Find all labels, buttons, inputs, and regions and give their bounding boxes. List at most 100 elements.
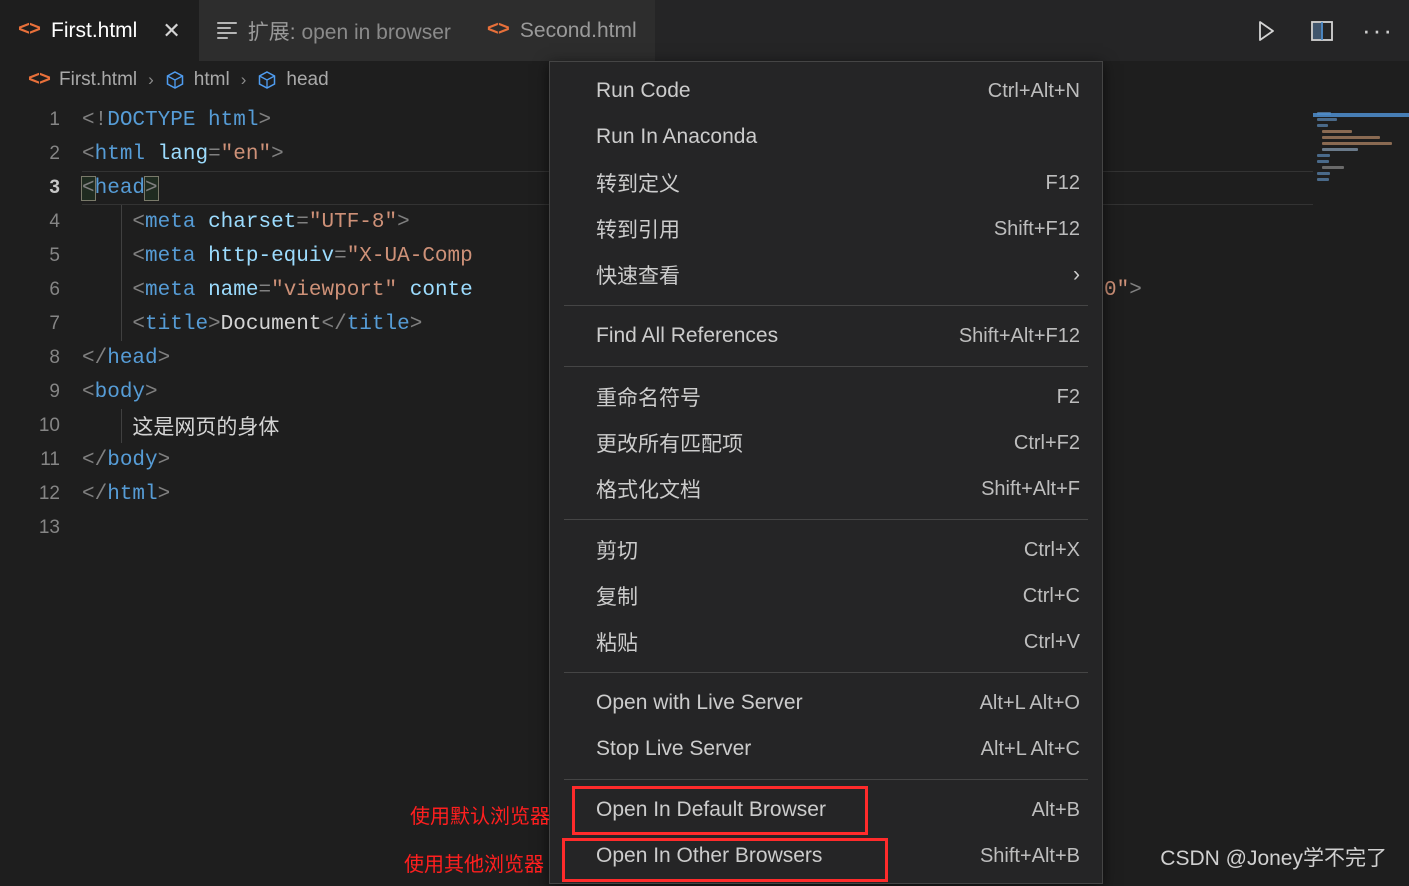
menu-item-open-in-default-browser[interactable]: Open In Default Browser Alt+B [550, 787, 1102, 833]
indent-guide [121, 205, 122, 239]
menu-item-shortcut: Shift+Alt+B [979, 844, 1080, 867]
menu-item-label: Find All References [596, 324, 779, 347]
menu-item-shortcut: Ctrl+C [1022, 584, 1080, 607]
menu-item-[interactable]: 快速查看 › [550, 252, 1102, 298]
indent-guide [121, 307, 122, 341]
tab-label: open in browser [301, 20, 451, 44]
tab-extension-open-in-browser[interactable]: 扩展: open in browser [198, 0, 469, 61]
line-number: 12 [38, 483, 60, 504]
menu-item-find-all-references[interactable]: Find All References Shift+Alt+F12 [550, 313, 1102, 359]
menu-item-run-code[interactable]: Run Code Ctrl+Alt+N [550, 68, 1102, 114]
menu-item-open-in-other-browsers[interactable]: Open In Other Browsers Shift+Alt+B [550, 833, 1102, 879]
line-number: 2 [49, 143, 60, 164]
menu-separator [564, 366, 1088, 367]
html-file-icon: <> [28, 68, 51, 92]
menu-item-shortcut: F2 [1056, 385, 1080, 408]
line-number: 9 [49, 381, 60, 402]
symbol-cube-icon [165, 70, 185, 90]
vscode-window: <> First.html ✕ 扩展: open in browser <> S… [0, 0, 1409, 886]
menu-item-[interactable]: 转到引用 Shift+F12 [550, 206, 1102, 252]
symbol-cube-icon [257, 70, 277, 90]
breadcrumb-file[interactable]: First.html [59, 69, 137, 91]
menu-item-label: 重命名符号 [596, 387, 701, 410]
menu-item-label: Run Code [596, 79, 691, 102]
line-number: 7 [49, 313, 60, 334]
run-button[interactable] [1251, 16, 1281, 46]
indent-guide [121, 409, 122, 443]
menu-item-label: 快速查看 [596, 265, 680, 288]
tab-first-html[interactable]: <> First.html ✕ [0, 0, 199, 61]
code-text: <meta charset="UTF-8"> [132, 210, 410, 234]
menu-item-shortcut: Ctrl+V [1023, 630, 1080, 653]
code-text: <title>Document</title> [132, 312, 423, 336]
tab-label: Second.html [519, 18, 637, 42]
menu-item-shortcut: Shift+F12 [993, 217, 1080, 240]
split-editor-button[interactable] [1307, 16, 1337, 46]
tab-label-prefix: 扩展: [247, 20, 302, 44]
menu-item-open-with-live-server[interactable]: Open with Live Server Alt+L Alt+O [550, 680, 1102, 726]
menu-item-label: Open In Default Browser [596, 798, 826, 821]
menu-item-shortcut: Alt+L Alt+C [980, 737, 1080, 760]
menu-item-[interactable]: 剪切 Ctrl+X [550, 527, 1102, 573]
breadcrumb-symbol-html[interactable]: html [194, 69, 230, 91]
line-number: 1 [49, 109, 60, 130]
menu-item-label: 更改所有匹配项 [596, 433, 743, 456]
code-overflow-fragment: 0"> [1104, 278, 1142, 302]
editor-tab-bar: <> First.html ✕ 扩展: open in browser <> S… [0, 0, 1409, 61]
line-number: 5 [49, 245, 60, 266]
chevron-right-icon: › [1073, 263, 1080, 286]
code-text: </body> [82, 448, 171, 472]
more-actions-icon[interactable]: ··· [1362, 16, 1393, 46]
menu-item-label: 剪切 [596, 540, 638, 563]
menu-item-shortcut: Ctrl+F2 [1013, 431, 1080, 454]
menu-item-[interactable]: 粘贴 Ctrl+V [550, 619, 1102, 665]
context-menu[interactable]: Run Code Ctrl+Alt+N Run In Anaconda 转到定义 F12… [549, 61, 1103, 884]
line-number: 8 [49, 347, 60, 368]
line-number: 11 [40, 449, 60, 470]
menu-item-label: Open In Other Browsers [596, 844, 823, 867]
menu-item-shortcut: F12 [1045, 171, 1080, 194]
breadcrumb-separator: › [240, 70, 247, 89]
code-text: <body> [82, 380, 158, 404]
menu-item-[interactable]: 重命名符号 F2 [550, 374, 1102, 420]
menu-item-label: 格式化文档 [596, 479, 701, 502]
line-number: 13 [38, 517, 60, 538]
menu-item-shortcut: Alt+B [1031, 798, 1080, 821]
menu-item-[interactable]: 格式化文档 Shift+Alt+F [550, 466, 1102, 512]
line-number: 4 [49, 211, 60, 232]
code-text: </head> [82, 346, 171, 370]
line-number: 10 [38, 415, 60, 436]
annotation-other-browsers: 使用其他浏览器 [404, 854, 544, 876]
menu-item-[interactable]: 转到定义 F12 [550, 160, 1102, 206]
editor-actions: ··· [1251, 0, 1409, 61]
menu-item-[interactable]: 更改所有匹配项 Ctrl+F2 [550, 420, 1102, 466]
minimap[interactable] [1313, 99, 1409, 886]
line-number: 3 [49, 177, 60, 198]
code-text: <!DOCTYPE html> [82, 108, 272, 132]
code-text: <html lang="en"> [82, 142, 284, 166]
menu-item-shortcut: Ctrl+Alt+N [987, 79, 1080, 102]
breadcrumb-symbol-head[interactable]: head [286, 69, 328, 91]
html-file-icon: <> [486, 19, 510, 42]
menu-item-label: Run In Anaconda [596, 125, 758, 148]
menu-item-label: 转到定义 [596, 173, 680, 196]
indent-guide [121, 239, 122, 273]
menu-item-shortcut: Shift+Alt+F12 [958, 324, 1080, 347]
tab-second-html[interactable]: <> Second.html [468, 0, 655, 61]
code-text: <meta http-equiv="X-UA-Comp [132, 244, 473, 268]
menu-item-[interactable]: 复制 Ctrl+C [550, 573, 1102, 619]
menu-separator [564, 779, 1088, 780]
breadcrumb-separator: › [148, 70, 154, 89]
menu-item-label: Open with Live Server [596, 691, 803, 714]
close-icon[interactable]: ✕ [162, 19, 180, 42]
watermark: CSDN @Joney学不完了 [1160, 847, 1387, 870]
html-file-icon: <> [18, 19, 41, 42]
menu-item-run-in-anaconda[interactable]: Run In Anaconda [550, 114, 1102, 160]
annotation-default-browser: 使用默认浏览器 [410, 806, 550, 828]
menu-item-stop-live-server[interactable]: Stop Live Server Alt+L Alt+C [550, 726, 1102, 772]
menu-separator [564, 305, 1088, 306]
menu-item-shortcut: Shift+Alt+F [981, 477, 1080, 500]
menu-item-shortcut: Ctrl+X [1023, 538, 1080, 561]
code-text: 这是网页的身体 [82, 418, 280, 441]
extension-icon [216, 22, 237, 39]
